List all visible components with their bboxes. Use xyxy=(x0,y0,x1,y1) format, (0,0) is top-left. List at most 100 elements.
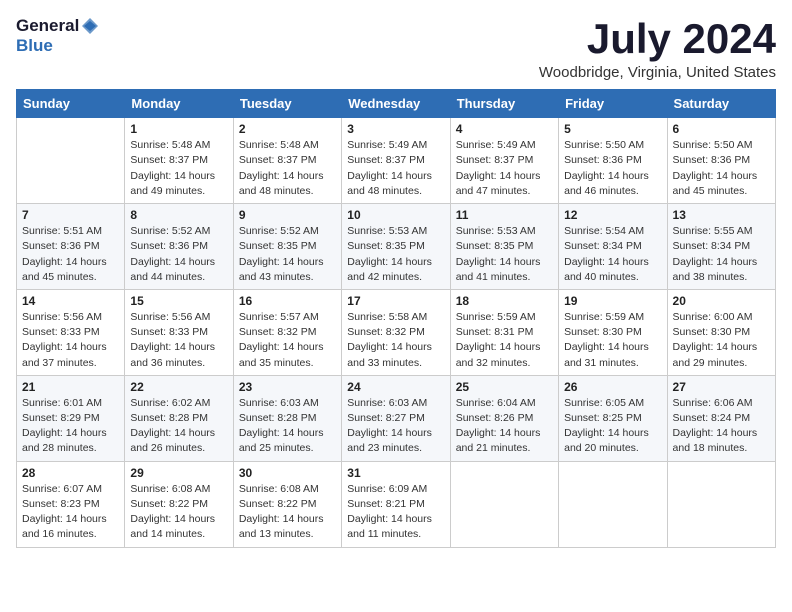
calendar-cell: 2 Sunrise: 5:48 AM Sunset: 8:37 PM Daylig… xyxy=(233,118,341,204)
calendar-cell xyxy=(667,461,775,547)
calendar-day-header: Thursday xyxy=(450,90,558,118)
calendar-cell: 23 Sunrise: 6:03 AM Sunset: 8:28 PM Dayli… xyxy=(233,375,341,461)
day-number: 27 xyxy=(673,380,770,394)
calendar-cell: 31 Sunrise: 6:09 AM Sunset: 8:21 PM Dayli… xyxy=(342,461,450,547)
day-number: 12 xyxy=(564,208,661,222)
calendar-cell: 13 Sunrise: 5:55 AM Sunset: 8:34 PM Dayli… xyxy=(667,204,775,290)
day-number: 26 xyxy=(564,380,661,394)
calendar-day-header: Wednesday xyxy=(342,90,450,118)
calendar-cell: 30 Sunrise: 6:08 AM Sunset: 8:22 PM Dayli… xyxy=(233,461,341,547)
day-info: Sunrise: 5:59 AM Sunset: 8:30 PM Dayligh… xyxy=(564,310,661,371)
day-number: 11 xyxy=(456,208,553,222)
day-number: 29 xyxy=(130,466,227,480)
day-number: 14 xyxy=(22,294,119,308)
calendar-cell: 10 Sunrise: 5:53 AM Sunset: 8:35 PM Dayli… xyxy=(342,204,450,290)
calendar-day-header: Sunday xyxy=(17,90,125,118)
day-number: 20 xyxy=(673,294,770,308)
day-info: Sunrise: 5:53 AM Sunset: 8:35 PM Dayligh… xyxy=(456,224,553,285)
calendar-cell xyxy=(559,461,667,547)
day-info: Sunrise: 6:04 AM Sunset: 8:26 PM Dayligh… xyxy=(456,396,553,457)
calendar-cell: 16 Sunrise: 5:57 AM Sunset: 8:32 PM Dayli… xyxy=(233,289,341,375)
day-number: 4 xyxy=(456,122,553,136)
logo: General Blue xyxy=(16,16,101,56)
day-info: Sunrise: 6:08 AM Sunset: 8:22 PM Dayligh… xyxy=(130,482,227,543)
calendar-cell: 24 Sunrise: 6:03 AM Sunset: 8:27 PM Dayli… xyxy=(342,375,450,461)
day-number: 10 xyxy=(347,208,444,222)
day-number: 15 xyxy=(130,294,227,308)
day-info: Sunrise: 6:03 AM Sunset: 8:27 PM Dayligh… xyxy=(347,396,444,457)
calendar-day-header: Friday xyxy=(559,90,667,118)
day-info: Sunrise: 5:54 AM Sunset: 8:34 PM Dayligh… xyxy=(564,224,661,285)
calendar-cell: 17 Sunrise: 5:58 AM Sunset: 8:32 PM Dayli… xyxy=(342,289,450,375)
day-number: 5 xyxy=(564,122,661,136)
day-number: 3 xyxy=(347,122,444,136)
day-info: Sunrise: 5:50 AM Sunset: 8:36 PM Dayligh… xyxy=(564,138,661,199)
calendar-week-row: 28 Sunrise: 6:07 AM Sunset: 8:23 PM Dayli… xyxy=(17,461,776,547)
page-header: General Blue July 2024 Woodbridge, Virgi… xyxy=(16,16,776,81)
day-number: 2 xyxy=(239,122,336,136)
calendar-cell: 29 Sunrise: 6:08 AM Sunset: 8:22 PM Dayli… xyxy=(125,461,233,547)
day-info: Sunrise: 5:51 AM Sunset: 8:36 PM Dayligh… xyxy=(22,224,119,285)
calendar-header-row: SundayMondayTuesdayWednesdayThursdayFrid… xyxy=(17,90,776,118)
day-info: Sunrise: 6:08 AM Sunset: 8:22 PM Dayligh… xyxy=(239,482,336,543)
calendar-day-header: Saturday xyxy=(667,90,775,118)
day-number: 23 xyxy=(239,380,336,394)
calendar-table: SundayMondayTuesdayWednesdayThursdayFrid… xyxy=(16,89,776,547)
calendar-week-row: 14 Sunrise: 5:56 AM Sunset: 8:33 PM Dayli… xyxy=(17,289,776,375)
calendar-cell: 25 Sunrise: 6:04 AM Sunset: 8:26 PM Dayli… xyxy=(450,375,558,461)
day-info: Sunrise: 5:55 AM Sunset: 8:34 PM Dayligh… xyxy=(673,224,770,285)
calendar-cell: 14 Sunrise: 5:56 AM Sunset: 8:33 PM Dayli… xyxy=(17,289,125,375)
day-info: Sunrise: 5:50 AM Sunset: 8:36 PM Dayligh… xyxy=(673,138,770,199)
calendar-cell: 5 Sunrise: 5:50 AM Sunset: 8:36 PM Daylig… xyxy=(559,118,667,204)
day-info: Sunrise: 5:57 AM Sunset: 8:32 PM Dayligh… xyxy=(239,310,336,371)
day-info: Sunrise: 5:59 AM Sunset: 8:31 PM Dayligh… xyxy=(456,310,553,371)
day-info: Sunrise: 5:49 AM Sunset: 8:37 PM Dayligh… xyxy=(347,138,444,199)
day-info: Sunrise: 5:58 AM Sunset: 8:32 PM Dayligh… xyxy=(347,310,444,371)
day-number: 16 xyxy=(239,294,336,308)
day-number: 13 xyxy=(673,208,770,222)
day-number: 7 xyxy=(22,208,119,222)
day-number: 18 xyxy=(456,294,553,308)
month-title: July 2024 xyxy=(539,16,776,62)
logo-icon xyxy=(80,16,100,36)
day-number: 21 xyxy=(22,380,119,394)
calendar-cell: 6 Sunrise: 5:50 AM Sunset: 8:36 PM Daylig… xyxy=(667,118,775,204)
calendar-cell: 22Sunrise: 6:02 AM Sunset: 8:28 PM Dayli… xyxy=(125,375,233,461)
calendar-cell: 27 Sunrise: 6:06 AM Sunset: 8:24 PM Dayli… xyxy=(667,375,775,461)
calendar-cell: 9Sunrise: 5:52 AM Sunset: 8:35 PM Daylig… xyxy=(233,204,341,290)
calendar-cell: 19Sunrise: 5:59 AM Sunset: 8:30 PM Dayli… xyxy=(559,289,667,375)
day-info: Sunrise: 6:03 AM Sunset: 8:28 PM Dayligh… xyxy=(239,396,336,457)
day-info: Sunrise: 5:49 AM Sunset: 8:37 PM Dayligh… xyxy=(456,138,553,199)
day-number: 24 xyxy=(347,380,444,394)
day-info: Sunrise: 5:52 AM Sunset: 8:36 PM Dayligh… xyxy=(130,224,227,285)
location: Woodbridge, Virginia, United States xyxy=(539,64,776,81)
day-number: 30 xyxy=(239,466,336,480)
calendar-cell: 11 Sunrise: 5:53 AM Sunset: 8:35 PM Dayli… xyxy=(450,204,558,290)
day-info: Sunrise: 5:56 AM Sunset: 8:33 PM Dayligh… xyxy=(22,310,119,371)
calendar-cell: 18 Sunrise: 5:59 AM Sunset: 8:31 PM Dayli… xyxy=(450,289,558,375)
day-info: Sunrise: 6:06 AM Sunset: 8:24 PM Dayligh… xyxy=(673,396,770,457)
day-number: 6 xyxy=(673,122,770,136)
calendar-week-row: 1 Sunrise: 5:48 AM Sunset: 8:37 PM Daylig… xyxy=(17,118,776,204)
day-info: Sunrise: 6:07 AM Sunset: 8:23 PM Dayligh… xyxy=(22,482,119,543)
day-number: 17 xyxy=(347,294,444,308)
calendar-cell xyxy=(17,118,125,204)
day-info: Sunrise: 5:53 AM Sunset: 8:35 PM Dayligh… xyxy=(347,224,444,285)
day-number: 28 xyxy=(22,466,119,480)
calendar-cell: 12 Sunrise: 5:54 AM Sunset: 8:34 PM Dayli… xyxy=(559,204,667,290)
calendar-cell: 26Sunrise: 6:05 AM Sunset: 8:25 PM Dayli… xyxy=(559,375,667,461)
day-info: Sunrise: 6:02 AM Sunset: 8:28 PM Dayligh… xyxy=(130,396,227,457)
title-block: July 2024 Woodbridge, Virginia, United S… xyxy=(539,16,776,81)
calendar-day-header: Monday xyxy=(125,90,233,118)
day-info: Sunrise: 6:01 AM Sunset: 8:29 PM Dayligh… xyxy=(22,396,119,457)
day-number: 1 xyxy=(130,122,227,136)
calendar-week-row: 7 Sunrise: 5:51 AM Sunset: 8:36 PM Daylig… xyxy=(17,204,776,290)
day-info: Sunrise: 5:52 AM Sunset: 8:35 PM Dayligh… xyxy=(239,224,336,285)
calendar-cell: 28 Sunrise: 6:07 AM Sunset: 8:23 PM Dayli… xyxy=(17,461,125,547)
calendar-cell xyxy=(450,461,558,547)
day-info: Sunrise: 6:09 AM Sunset: 8:21 PM Dayligh… xyxy=(347,482,444,543)
day-number: 25 xyxy=(456,380,553,394)
calendar-cell: 15Sunrise: 5:56 AM Sunset: 8:33 PM Dayli… xyxy=(125,289,233,375)
day-number: 31 xyxy=(347,466,444,480)
day-info: Sunrise: 5:48 AM Sunset: 8:37 PM Dayligh… xyxy=(239,138,336,199)
